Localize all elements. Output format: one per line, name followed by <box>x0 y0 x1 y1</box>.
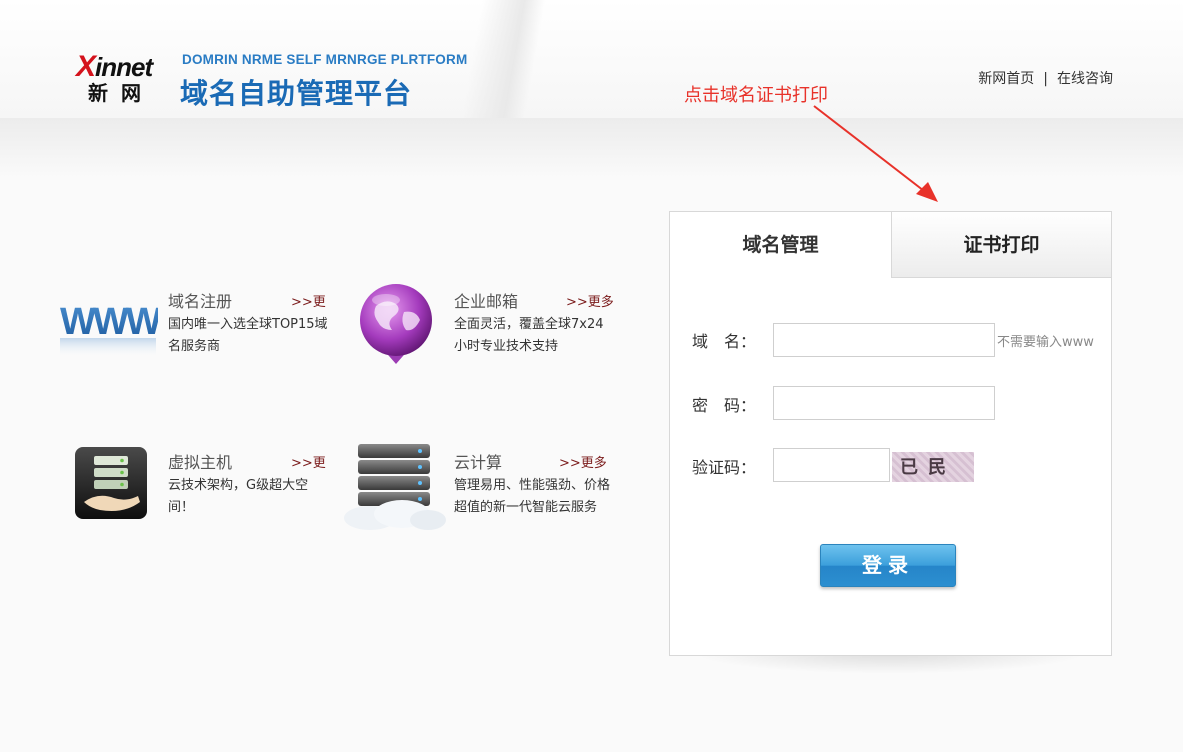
domain-label: 域 名： <box>692 332 757 351</box>
service-desc-cloud: 管理易用、性能强劲、价格超值的新一代智能云服务 <box>454 478 611 515</box>
captcha-label: 验证码： <box>692 458 757 477</box>
login-panel: 域名管理 证书打印 域 名： 不需要输入www 密 码： 验证码： 已民 登录 <box>669 211 1112 656</box>
email-globe-icon <box>356 282 436 366</box>
domain-hint: 不需要输入www <box>997 335 1094 350</box>
tab-domain-management[interactable]: 域名管理 <box>670 212 891 278</box>
domain-input[interactable] <box>773 323 995 357</box>
service-title-hosting[interactable]: 虚拟主机 <box>168 449 232 473</box>
logo-text-cn: 新 网 <box>88 83 145 105</box>
tab-certificate-print[interactable]: 证书打印 <box>891 212 1111 278</box>
service-title-cloud[interactable]: 云计算 <box>454 449 502 473</box>
www-icon: WWW <box>58 288 165 364</box>
captcha-image[interactable]: 已民 <box>892 452 974 482</box>
nav-home-link[interactable]: 新网首页 <box>978 71 1034 87</box>
password-input[interactable] <box>773 386 995 420</box>
cloud-server-icon <box>340 440 448 532</box>
xinnet-logo[interactable]: Xinnet 新 网 <box>76 52 168 108</box>
more-link-cloud[interactable]: >>更多 <box>559 452 607 471</box>
annotation-arrow-icon <box>813 105 938 202</box>
password-label: 密 码： <box>692 396 757 415</box>
site-title-cn: 域名自助管理平台 <box>180 77 413 110</box>
nav-separator: | <box>1043 71 1048 87</box>
service-title-domain[interactable]: 域名注册 <box>168 288 232 312</box>
nav-consult-link[interactable]: 在线咨询 <box>1057 71 1113 87</box>
service-desc-email: 全面灵活，覆盖全球7x24小时专业技术支持 <box>454 317 604 354</box>
header-shadow-band <box>0 118 1183 178</box>
service-title-email[interactable]: 企业邮箱 <box>454 288 518 312</box>
more-link-hosting[interactable]: >>更 <box>291 452 326 471</box>
logo-text-en: Xinnet <box>76 50 153 83</box>
service-desc-domain: 国内唯一入选全球TOP15域名服务商 <box>168 317 328 354</box>
more-link-email[interactable]: >>更多 <box>566 291 614 310</box>
svg-text:WWW: WWW <box>60 301 158 343</box>
login-button[interactable]: 登录 <box>820 544 956 587</box>
site-title-en: DOMRIN NRME SELF MRNRGE PLRTFORM <box>182 52 468 67</box>
server-hand-icon <box>74 446 148 520</box>
service-desc-hosting: 云技术架构，G级超大空间！ <box>168 478 309 515</box>
header <box>0 0 1183 118</box>
more-link-domain[interactable]: >>更 <box>291 291 326 310</box>
top-nav: 新网首页 | 在线咨询 <box>978 68 1113 88</box>
captcha-input[interactable] <box>773 448 890 482</box>
